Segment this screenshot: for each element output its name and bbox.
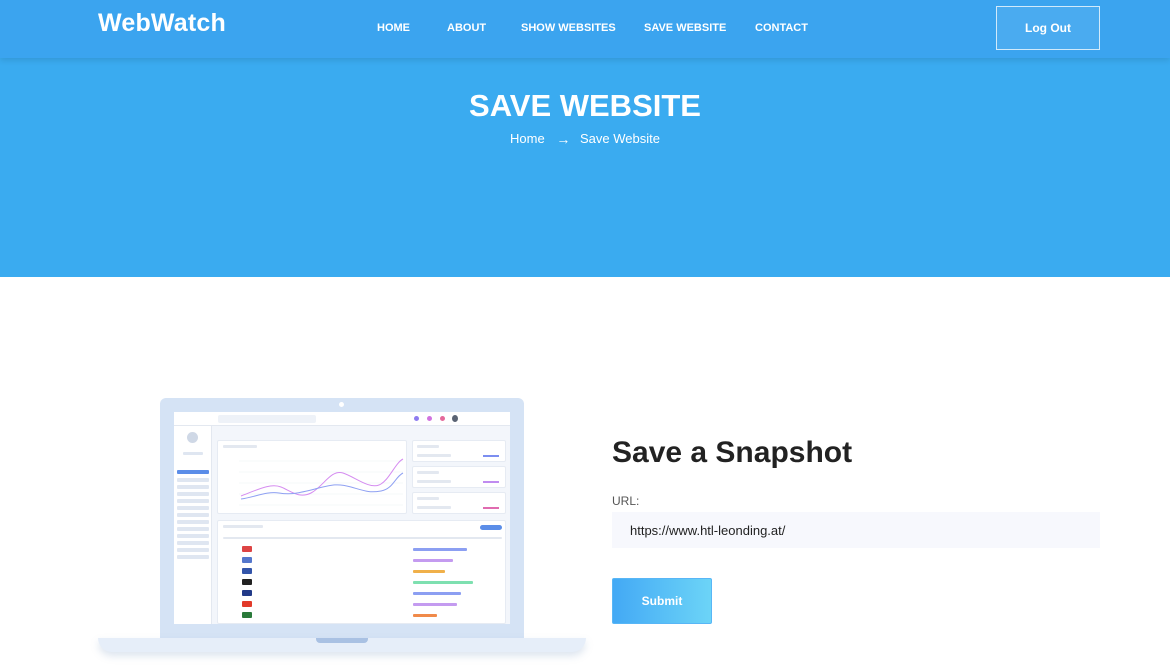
mock-avatar [452, 415, 458, 422]
mock-text [417, 497, 439, 500]
mock-bars [483, 475, 499, 483]
mock-analytics-card [217, 440, 407, 514]
brand-logo[interactable]: WebWatch [98, 9, 226, 38]
mock-stat-card [412, 466, 506, 488]
mock-button [480, 525, 502, 530]
mock-stat-card [412, 440, 506, 462]
url-input[interactable] [612, 512, 1100, 548]
mock-sidebar-item [177, 513, 209, 517]
mock-sidebar-item [177, 478, 209, 482]
mock-sidebar-item [177, 520, 209, 524]
form-title: Save a Snapshot [612, 436, 853, 469]
laptop-screen [174, 412, 510, 624]
mock-progress [413, 559, 453, 562]
mock-name [183, 452, 203, 455]
breadcrumb-home-link[interactable]: Home [510, 131, 545, 146]
mock-dot [414, 416, 419, 421]
mock-text [417, 506, 451, 509]
mock-progress [413, 570, 445, 573]
page-hero: SAVE WEBSITE Home → Save Website [0, 58, 1170, 277]
mock-search-bar [218, 415, 316, 423]
mock-sidebar-item [177, 548, 209, 552]
mock-progress [413, 581, 473, 584]
mock-sidebar-item [177, 492, 209, 496]
mock-sidebar [174, 426, 212, 624]
mock-line-chart [239, 458, 404, 506]
mock-flag [242, 546, 252, 552]
mock-text [417, 445, 439, 448]
arrow-right-icon: → [556, 130, 571, 147]
breadcrumb-current: Save Website [579, 131, 660, 147]
mock-sidebar-item [177, 555, 209, 559]
mock-progress [413, 603, 457, 606]
mock-flag [242, 568, 252, 574]
top-navbar: WebWatch HOME ABOUT SHOW WEBSITES SAVE W… [0, 0, 1170, 58]
mock-progress [413, 548, 467, 551]
mock-text [223, 525, 263, 528]
mock-topbar [174, 412, 510, 426]
breadcrumb: Home → Save Website [0, 130, 1170, 147]
mock-profile-avatar [187, 432, 198, 443]
mock-progress [413, 614, 437, 617]
mock-sidebar-item [177, 506, 209, 510]
mock-sidebar-item [177, 470, 209, 474]
mock-flag [242, 579, 252, 585]
nav-contact[interactable]: CONTACT [755, 22, 808, 34]
page-title: SAVE WEBSITE [469, 88, 701, 123]
mock-flag [242, 557, 252, 563]
mock-header-row [223, 537, 502, 539]
nav-show-websites[interactable]: SHOW WEBSITES [521, 22, 616, 34]
nav-home[interactable]: HOME [377, 22, 410, 34]
mock-bars [483, 449, 499, 457]
mock-table-card [217, 520, 506, 624]
url-label: URL: [612, 494, 640, 508]
mock-sidebar-item [177, 499, 209, 503]
laptop-notch [316, 638, 368, 643]
mock-sidebar-item [177, 541, 209, 545]
mock-text [417, 454, 451, 457]
mock-flag [242, 612, 252, 618]
mock-sidebar-item [177, 534, 209, 538]
logout-button[interactable]: Log Out [996, 6, 1100, 50]
laptop-dashboard-illustration [98, 398, 586, 658]
mock-flag [242, 590, 252, 596]
mock-sidebar-item [177, 485, 209, 489]
submit-button[interactable]: Submit [612, 578, 712, 624]
nav-save-website[interactable]: SAVE WEBSITE [644, 22, 726, 34]
mock-text [223, 445, 257, 448]
camera-dot [339, 402, 344, 407]
mock-dot [427, 416, 432, 421]
mock-text [417, 480, 451, 483]
mock-stat-card [412, 492, 506, 514]
nav-about[interactable]: ABOUT [447, 22, 486, 34]
mock-progress [413, 592, 461, 595]
mock-sidebar-item [177, 527, 209, 531]
mock-bars [483, 501, 499, 509]
mock-flag [242, 601, 252, 607]
laptop-lid [160, 398, 524, 642]
mock-text [417, 471, 439, 474]
mock-dot [440, 416, 445, 421]
